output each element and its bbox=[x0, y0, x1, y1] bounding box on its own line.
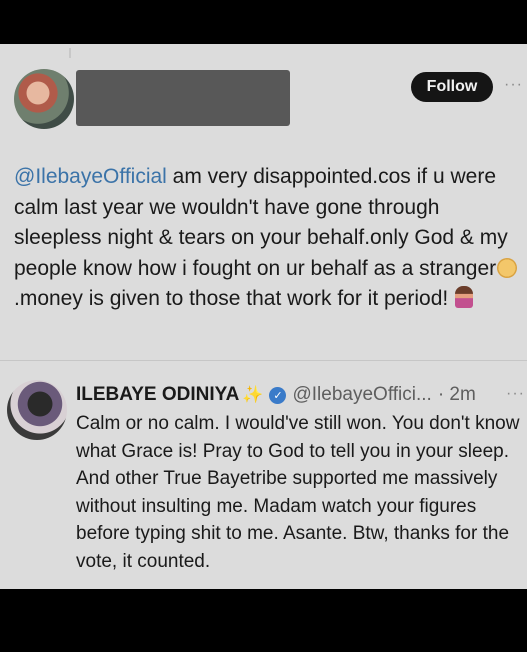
reply-body: Calm or no calm. I would've still won. Y… bbox=[76, 413, 520, 572]
verified-badge-icon: ✓ bbox=[269, 386, 287, 404]
reply-timestamp: · 2m bbox=[437, 384, 476, 405]
reply-avatar[interactable] bbox=[7, 380, 67, 440]
thread-line bbox=[69, 48, 71, 58]
reply-handle[interactable]: @IlebayeOffici... bbox=[292, 384, 431, 406]
original-tweet: Follow ··· @IlebayeOfficial am very disa… bbox=[0, 44, 527, 360]
top-black-bar bbox=[0, 0, 527, 44]
follow-button[interactable]: Follow bbox=[411, 72, 493, 102]
more-options-icon[interactable]: ··· bbox=[504, 76, 523, 94]
reply-display-name[interactable]: ILEBAYE ODINIYA bbox=[76, 384, 239, 406]
reply-more-options-icon[interactable]: ··· bbox=[506, 385, 525, 403]
avatar[interactable] bbox=[14, 69, 74, 129]
tweet-text-part2: .money is given to those that work for i… bbox=[14, 287, 449, 310]
redacted-username-block bbox=[76, 70, 290, 126]
mention-link[interactable]: @IlebayeOfficial bbox=[14, 165, 167, 188]
person-gesturing-no-emoji-icon bbox=[455, 286, 474, 308]
tweet-screen: Follow ··· @IlebayeOfficial am very disa… bbox=[0, 44, 527, 589]
sparkles-emoji-icon: ✨ bbox=[242, 385, 264, 404]
pensive-face-emoji-icon bbox=[497, 257, 518, 278]
bottom-black-bar bbox=[0, 589, 527, 652]
reply-header: ILEBAYE ODINIYA ✨ ✓ @IlebayeOffici... · … bbox=[76, 382, 526, 408]
divider bbox=[0, 360, 527, 361]
tweet-body: @IlebayeOfficial am very disappointed.co… bbox=[14, 162, 526, 315]
